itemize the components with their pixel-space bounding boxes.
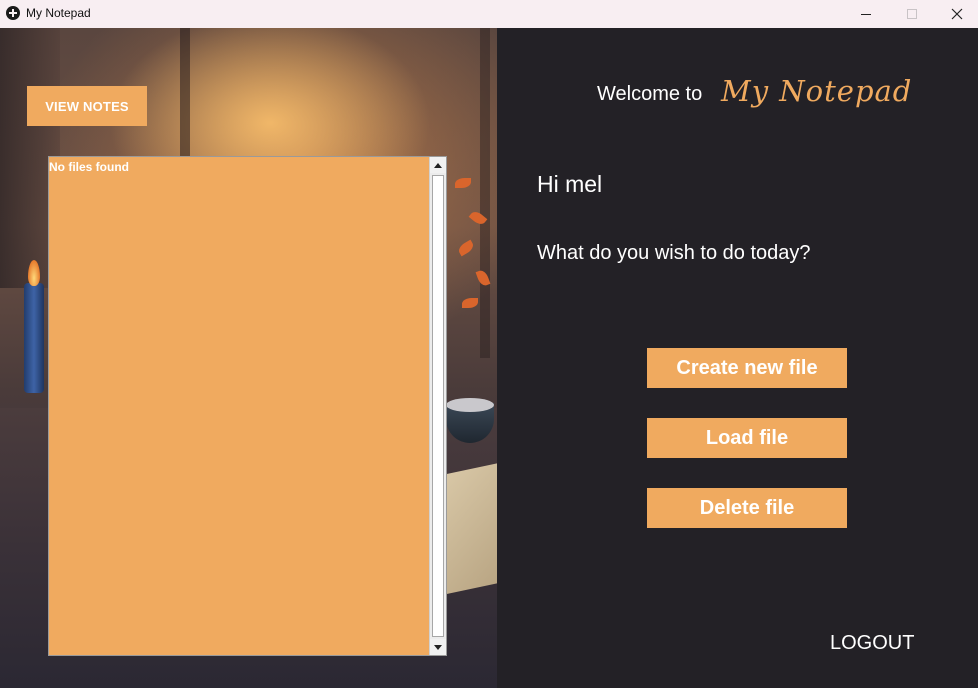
candle-decoration xyxy=(24,283,44,393)
main-panel: Welcome to My Notepad Hi mel What do you… xyxy=(497,28,978,688)
maximize-button[interactable] xyxy=(889,0,935,28)
flame-decoration xyxy=(28,260,40,286)
scroll-down-button[interactable] xyxy=(430,639,446,655)
file-list-empty-text: No files found xyxy=(49,160,129,174)
brand-name: My Notepad xyxy=(721,74,913,108)
arrow-down-icon xyxy=(434,644,442,650)
scroll-thumb[interactable] xyxy=(432,175,444,637)
cup-rim-decoration xyxy=(446,398,494,412)
prompt-text: What do you wish to do today? xyxy=(537,242,811,264)
maximize-icon xyxy=(907,9,917,19)
arrow-up-icon xyxy=(434,162,442,168)
minimize-button[interactable] xyxy=(843,0,889,28)
app-icon xyxy=(6,6,20,20)
file-list[interactable]: No files found xyxy=(48,156,447,656)
minimize-icon xyxy=(861,13,871,15)
welcome-text: Welcome to xyxy=(597,83,703,105)
window-title: My Notepad xyxy=(26,6,91,20)
title-bar: My Notepad xyxy=(0,0,978,28)
view-notes-button[interactable]: VIEW NOTES xyxy=(27,86,147,126)
close-button[interactable] xyxy=(934,0,978,28)
delete-file-button[interactable]: Delete file xyxy=(647,488,847,528)
load-file-button[interactable]: Load file xyxy=(647,418,847,458)
close-icon xyxy=(951,8,963,20)
file-list-scrollbar[interactable] xyxy=(429,157,446,655)
create-file-button[interactable]: Create new file xyxy=(647,348,847,388)
scroll-up-button[interactable] xyxy=(430,157,446,173)
background-illustration: VIEW NOTES No files found xyxy=(0,28,497,688)
logout-button[interactable]: LOGOUT xyxy=(830,632,914,655)
book-decoration xyxy=(445,461,497,595)
greeting-text: Hi mel xyxy=(537,171,603,197)
